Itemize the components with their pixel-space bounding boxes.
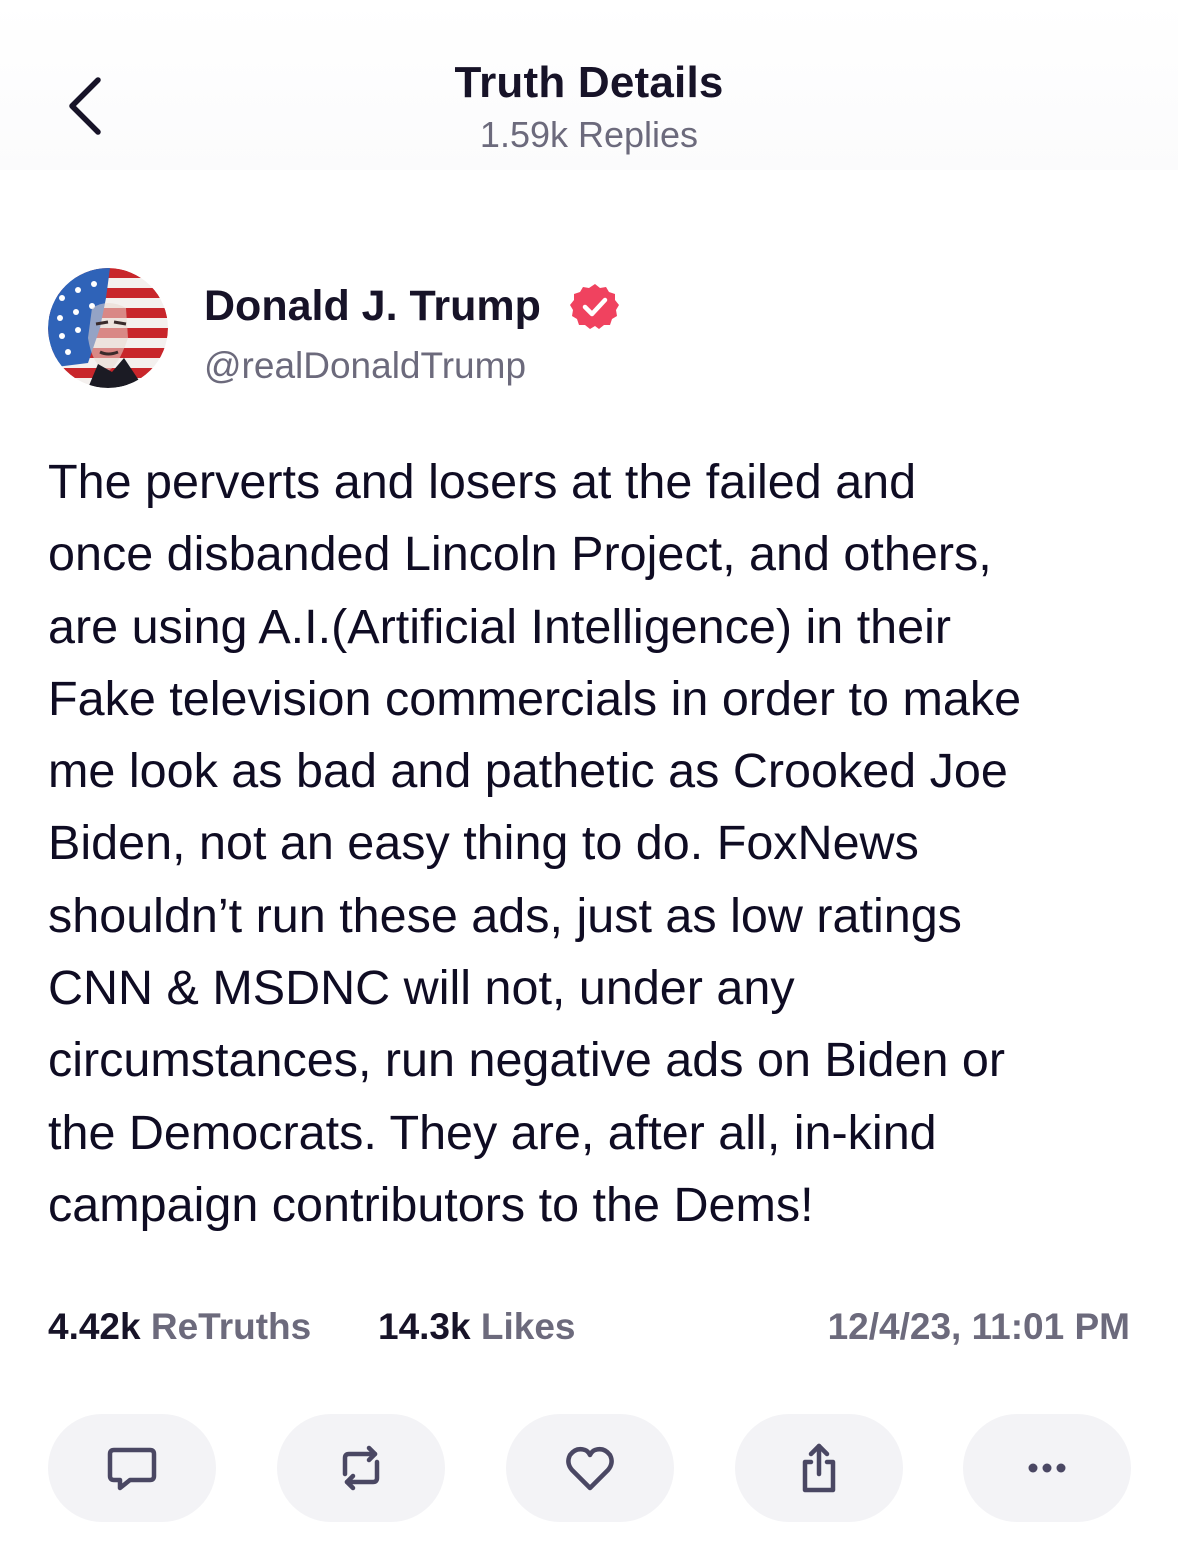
retruth-button[interactable] bbox=[277, 1414, 445, 1522]
retruths-label: ReTruths bbox=[150, 1306, 312, 1347]
post-stats: 4.42k ReTruths 14.3k Likes 12/4/23, 11:0… bbox=[48, 1306, 1130, 1356]
share-button[interactable] bbox=[735, 1414, 903, 1522]
post-timestamp: 12/4/23, 11:01 PM bbox=[827, 1306, 1130, 1347]
likes-stat[interactable]: 14.3k Likes bbox=[378, 1306, 576, 1348]
like-button[interactable] bbox=[506, 1414, 674, 1522]
reply-button[interactable] bbox=[48, 1414, 216, 1522]
author-handle[interactable]: @realDonaldTrump bbox=[204, 345, 526, 387]
heart-icon bbox=[566, 1446, 614, 1491]
more-button[interactable] bbox=[963, 1414, 1131, 1522]
likes-label: Likes bbox=[480, 1306, 576, 1347]
avatar-image bbox=[48, 268, 168, 388]
post-body: The perverts and losers at the failed an… bbox=[48, 455, 1022, 1232]
reply-icon bbox=[107, 1447, 157, 1491]
page-title: Truth Details bbox=[454, 58, 724, 107]
author-name[interactable]: Donald J. Trump bbox=[204, 282, 541, 331]
retruths-stat[interactable]: 4.42k ReTruths bbox=[48, 1306, 311, 1348]
retruths-count: 4.42k bbox=[48, 1306, 141, 1347]
verified-badge-icon bbox=[570, 284, 619, 329]
avatar[interactable] bbox=[48, 268, 168, 388]
retruth-icon bbox=[342, 1445, 380, 1491]
replies-count[interactable]: 1.59k Replies bbox=[0, 114, 1178, 156]
likes-count: 14.3k bbox=[378, 1306, 471, 1347]
more-icon bbox=[1028, 1463, 1066, 1473]
share-icon bbox=[802, 1443, 836, 1493]
top-bar: Truth Details 1.59k Replies bbox=[0, 0, 1178, 170]
